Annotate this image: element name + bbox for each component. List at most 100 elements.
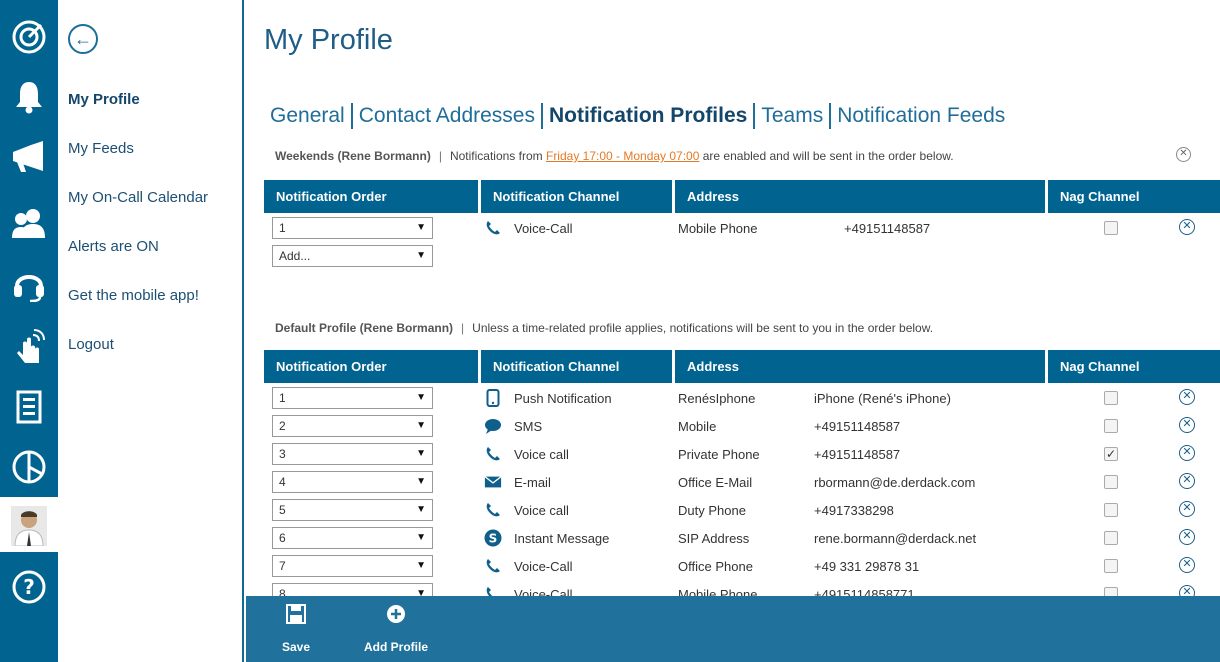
order-select[interactable]: 6 ▼ (272, 527, 433, 549)
order-select[interactable]: 1 ▼ (272, 387, 433, 409)
touch-signal-icon[interactable] (0, 320, 58, 374)
address-value: rbormann@de.derdack.com (814, 475, 976, 490)
envelope-icon (484, 473, 502, 491)
action-toolbar: Save Add Profile (246, 596, 1220, 662)
nag-checkbox[interactable] (1104, 475, 1118, 489)
table-row: 1 ▼ Push Notification RenésIphone iPhone … (246, 384, 1220, 412)
tab-notification-profiles[interactable]: Notification Profiles (549, 104, 747, 128)
order-select[interactable]: 1 ▼ (272, 217, 433, 239)
phone-icon (484, 557, 502, 575)
remove-row-icon[interactable]: ✕ (1179, 557, 1195, 573)
table-header: Notification Order Notification Channel … (264, 180, 1220, 213)
remove-row-icon[interactable]: ✕ (1179, 445, 1195, 461)
col-notification-channel: Notification Channel (481, 350, 672, 383)
tab-general[interactable]: General (270, 104, 345, 128)
dashboard-icon[interactable] (0, 10, 58, 64)
channel-label: E-mail (514, 475, 551, 490)
channel-label: SMS (514, 419, 543, 434)
nav-mobile-app[interactable]: Get the mobile app! (68, 287, 199, 304)
headset-icon[interactable] (0, 258, 58, 312)
phone-icon (484, 219, 502, 237)
tab-divider (829, 103, 832, 129)
address-name: Private Phone (678, 447, 760, 462)
profile-name: Default Profile (Rene Bormann) (275, 321, 454, 335)
users-icon[interactable] (0, 196, 58, 250)
remove-row-icon[interactable]: ✕ (1179, 473, 1195, 489)
address-name: Mobile (678, 419, 717, 434)
col-nag-channel: Nag Channel (1048, 350, 1220, 383)
address-value: rene.bormann@derdack.net (814, 531, 977, 546)
add-channel-select[interactable]: Add... ▼ (272, 245, 433, 267)
profile-header-default: Default Profile (Rene Bormann) | Unless a … (275, 321, 934, 335)
tab-divider (540, 103, 543, 129)
tab-teams[interactable]: Teams (761, 104, 823, 128)
svg-text:?: ? (23, 575, 35, 599)
nav-on-call-calendar[interactable]: My On-Call Calendar (68, 189, 208, 206)
address-value: +49 331 29878 31 (814, 559, 920, 574)
col-notification-order: Notification Order (264, 180, 478, 213)
profile-description: Unless a time-related profile applies, n… (472, 321, 934, 335)
remove-row-icon[interactable]: ✕ (1179, 389, 1195, 405)
remove-row-icon[interactable]: ✕ (1179, 529, 1195, 545)
profile-name: Weekends (Rene Bormann) (275, 149, 431, 163)
tab-notification-feeds[interactable]: Notification Feeds (837, 104, 1005, 128)
col-notification-order: Notification Order (264, 350, 478, 383)
address-name: Mobile Phone (678, 587, 758, 596)
add-profile-button[interactable]: Add Profile (364, 602, 428, 654)
profile-tabs: General Contact Addresses Notification P… (270, 103, 1005, 129)
channel-label: Voice-Call (514, 587, 573, 596)
svg-text:S: S (489, 532, 498, 546)
save-button[interactable]: Save (282, 602, 310, 654)
nag-checkbox[interactable] (1104, 587, 1118, 596)
channel-label: Voice call (514, 447, 569, 462)
profile-time-range-link[interactable]: Friday 17:00 - Monday 07:00 (546, 149, 699, 163)
delete-profile-icon[interactable]: ✕ (1176, 147, 1191, 162)
profile-desc-after: are enabled and will be sent in the orde… (702, 149, 954, 163)
nav-my-feeds[interactable]: My Feeds (68, 140, 134, 157)
nav-logout[interactable]: Logout (68, 336, 114, 353)
nag-checkbox[interactable] (1104, 531, 1118, 545)
nag-checkbox[interactable] (1104, 221, 1118, 235)
avatar[interactable] (0, 500, 58, 552)
help-icon[interactable]: ? (0, 560, 58, 614)
channel-label: Voice call (514, 503, 569, 518)
main-content: My Profile General Contact Addresses Not… (246, 0, 1220, 662)
order-select[interactable]: 3 ▼ (272, 443, 433, 465)
address-name: RenésIphone (678, 391, 756, 406)
pie-chart-icon[interactable] (0, 440, 58, 494)
remove-row-icon[interactable]: ✕ (1179, 501, 1195, 517)
address-name: Office Phone (678, 559, 753, 574)
page-title: My Profile (264, 24, 393, 56)
remove-row-icon[interactable]: ✕ (1179, 585, 1195, 596)
nag-checkbox-checked[interactable]: ✓ (1104, 447, 1118, 461)
nag-checkbox[interactable] (1104, 559, 1118, 573)
bell-icon[interactable] (0, 70, 58, 124)
nav-alerts-toggle[interactable]: Alerts are ON (68, 238, 159, 255)
order-select[interactable]: 8 ▼ (272, 583, 433, 596)
col-address: Address (675, 350, 1045, 383)
megaphone-icon[interactable] (0, 130, 58, 184)
order-select[interactable]: 4 ▼ (272, 471, 433, 493)
order-select[interactable]: 5 ▼ (272, 499, 433, 521)
icon-sidebar: ? (0, 0, 58, 662)
nag-checkbox[interactable] (1104, 391, 1118, 405)
col-notification-channel: Notification Channel (481, 180, 672, 213)
nag-checkbox[interactable] (1104, 503, 1118, 517)
remove-row-icon[interactable]: ✕ (1179, 219, 1195, 235)
skype-icon: S (484, 529, 502, 547)
nag-checkbox[interactable] (1104, 419, 1118, 433)
plus-circle-icon (384, 602, 408, 626)
table-row: 8 ▼ Voice-Call Mobile Phone +491511485877… (246, 580, 1220, 596)
table-row: 5 ▼ Voice call Duty Phone +4917338298 ✕ (246, 496, 1220, 524)
floppy-disk-icon (284, 602, 308, 626)
tab-contact-addresses[interactable]: Contact Addresses (359, 104, 535, 128)
order-select[interactable]: 7 ▼ (272, 555, 433, 577)
phone-icon (484, 445, 502, 463)
order-select[interactable]: 2 ▼ (272, 415, 433, 437)
remove-row-icon[interactable]: ✕ (1179, 417, 1195, 433)
profile-desc-before: Notifications from (449, 149, 543, 163)
back-arrow-icon[interactable]: ← (68, 24, 98, 54)
report-list-icon[interactable] (0, 380, 58, 434)
nav-my-profile[interactable]: My Profile (68, 91, 140, 108)
address-name: Mobile Phone (678, 221, 758, 236)
